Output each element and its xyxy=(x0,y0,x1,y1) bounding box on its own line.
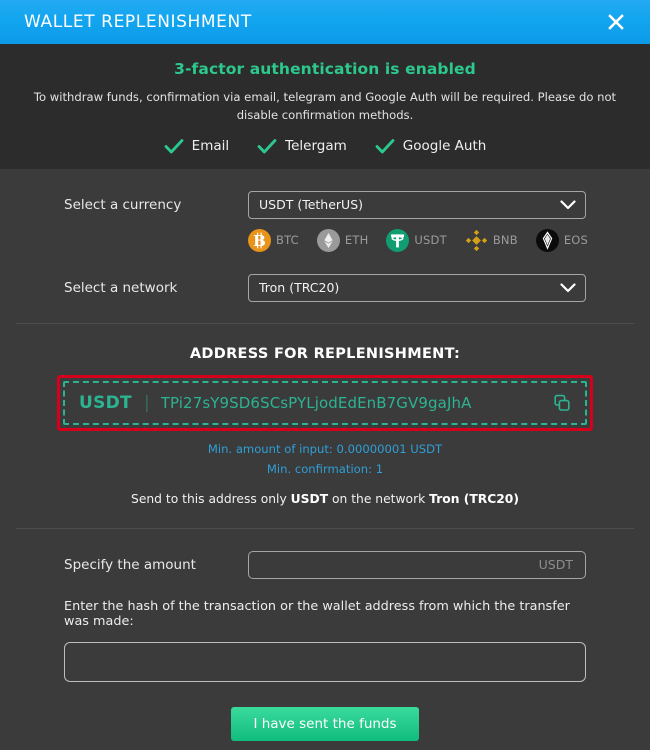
copy-icon-glyph xyxy=(554,394,570,411)
send-note-prefix: Send to this address only xyxy=(131,491,291,506)
currency-label: Select a currency xyxy=(64,196,182,213)
address-separator: | xyxy=(143,392,150,413)
send-note-currency: USDT xyxy=(290,491,329,506)
auth-method-telegram: Telergam xyxy=(257,138,347,155)
send-note: Send to this address only USDT on the ne… xyxy=(0,492,650,506)
ethereum-icon xyxy=(316,228,340,252)
auth-method-label: Google Auth xyxy=(402,138,487,155)
binance-icon xyxy=(465,229,488,252)
modal-title: WALLET REPLENISHMENT xyxy=(24,12,252,32)
network-selected-value: Tron (TRC20) xyxy=(259,280,340,296)
coin-label: USDT xyxy=(414,233,447,248)
amount-row: Specify the amount xyxy=(0,550,650,579)
hash-label: Enter the hash of the transaction or the… xyxy=(64,598,570,629)
close-x-icon xyxy=(608,14,624,30)
coin-label: BNB xyxy=(492,233,518,248)
auth-title: 3-factor authentication is enabled xyxy=(174,60,476,78)
amount-label: Specify the amount xyxy=(64,556,196,573)
network-select-wrap: Tron (TRC20) xyxy=(248,273,586,302)
coin-option-bnb[interactable]: BNB xyxy=(465,229,518,252)
auth-method-google-auth: Google Auth xyxy=(375,138,487,155)
coin-option-usdt[interactable]: USDT xyxy=(386,228,447,252)
submit-row: I have sent the funds xyxy=(0,706,650,741)
check-icon xyxy=(375,139,395,154)
coin-option-eth[interactable]: ETH xyxy=(316,228,369,252)
eos-icon xyxy=(535,228,559,252)
auth-method-label: Email xyxy=(191,138,230,155)
svg-text:B: B xyxy=(253,232,266,250)
wallet-replenishment-modal: WALLET REPLENISHMENT 3-factor authentica… xyxy=(0,0,650,750)
coin-label: ETH xyxy=(344,233,369,248)
coin-option-btc[interactable]: B BTC xyxy=(248,228,299,252)
min-amount-text: Min. amount of input: 0.00000001 USDT xyxy=(207,441,443,456)
close-icon[interactable] xyxy=(602,8,630,36)
currency-row: Select a currency USDT (TetherUS) xyxy=(0,190,650,219)
section-divider-top xyxy=(16,322,634,324)
send-note-middle: on the network xyxy=(328,491,430,506)
address-section-title: ADDRESS FOR REPLENISHMENT: xyxy=(189,345,461,362)
tether-icon xyxy=(386,228,410,252)
amount-input[interactable] xyxy=(248,550,586,579)
address-field[interactable]: USDT | TPi27sY9SD6SCsPYLjodEdEnB7GV9gaJh… xyxy=(63,380,587,425)
send-note-network: Tron (TRC20) xyxy=(429,491,519,506)
coin-label: BTC xyxy=(276,233,299,248)
check-icon xyxy=(257,139,277,154)
currency-selected-value: USDT (TetherUS) xyxy=(259,197,364,213)
auth-description: To withdraw funds, confirmation via emai… xyxy=(33,90,617,122)
section-divider-bottom xyxy=(16,527,634,529)
coin-shortcut-list: B BTC ETH USDT BNB EOS xyxy=(0,219,650,252)
network-label: Select a network xyxy=(64,279,178,296)
address-value: TPi27sY9SD6SCsPYLjodEdEnB7GV9gaJhA xyxy=(160,393,472,412)
currency-select-wrap: USDT (TetherUS) xyxy=(248,190,586,219)
hash-input-wrap xyxy=(0,641,650,682)
network-row: Select a network Tron (TRC20) xyxy=(0,273,650,302)
sent-funds-button[interactable]: I have sent the funds xyxy=(231,706,419,741)
coin-label: EOS xyxy=(563,233,589,248)
coin-option-eos[interactable]: EOS xyxy=(535,228,589,252)
auth-methods-list: Email Telergam Google Auth xyxy=(20,138,630,155)
hash-input[interactable] xyxy=(64,641,586,682)
address-highlight-box: USDT | TPi27sY9SD6SCsPYLjodEdEnB7GV9gaJh… xyxy=(57,374,593,431)
network-select[interactable]: Tron (TRC20) xyxy=(248,273,586,302)
auth-method-label: Telergam xyxy=(285,138,347,155)
two-factor-banner: 3-factor authentication is enabled To wi… xyxy=(0,44,650,169)
bitcoin-icon: B xyxy=(248,228,271,252)
auth-method-email: Email xyxy=(164,138,229,155)
check-icon xyxy=(164,139,184,154)
address-ticker: USDT xyxy=(79,392,132,413)
modal-titlebar: WALLET REPLENISHMENT xyxy=(0,0,650,44)
copy-icon[interactable] xyxy=(551,392,573,414)
min-confirmation-text: Min. confirmation: 1 xyxy=(266,461,384,476)
currency-select[interactable]: USDT (TetherUS) xyxy=(248,190,586,219)
modal-body: Select a currency USDT (TetherUS) B BTC xyxy=(0,168,650,750)
